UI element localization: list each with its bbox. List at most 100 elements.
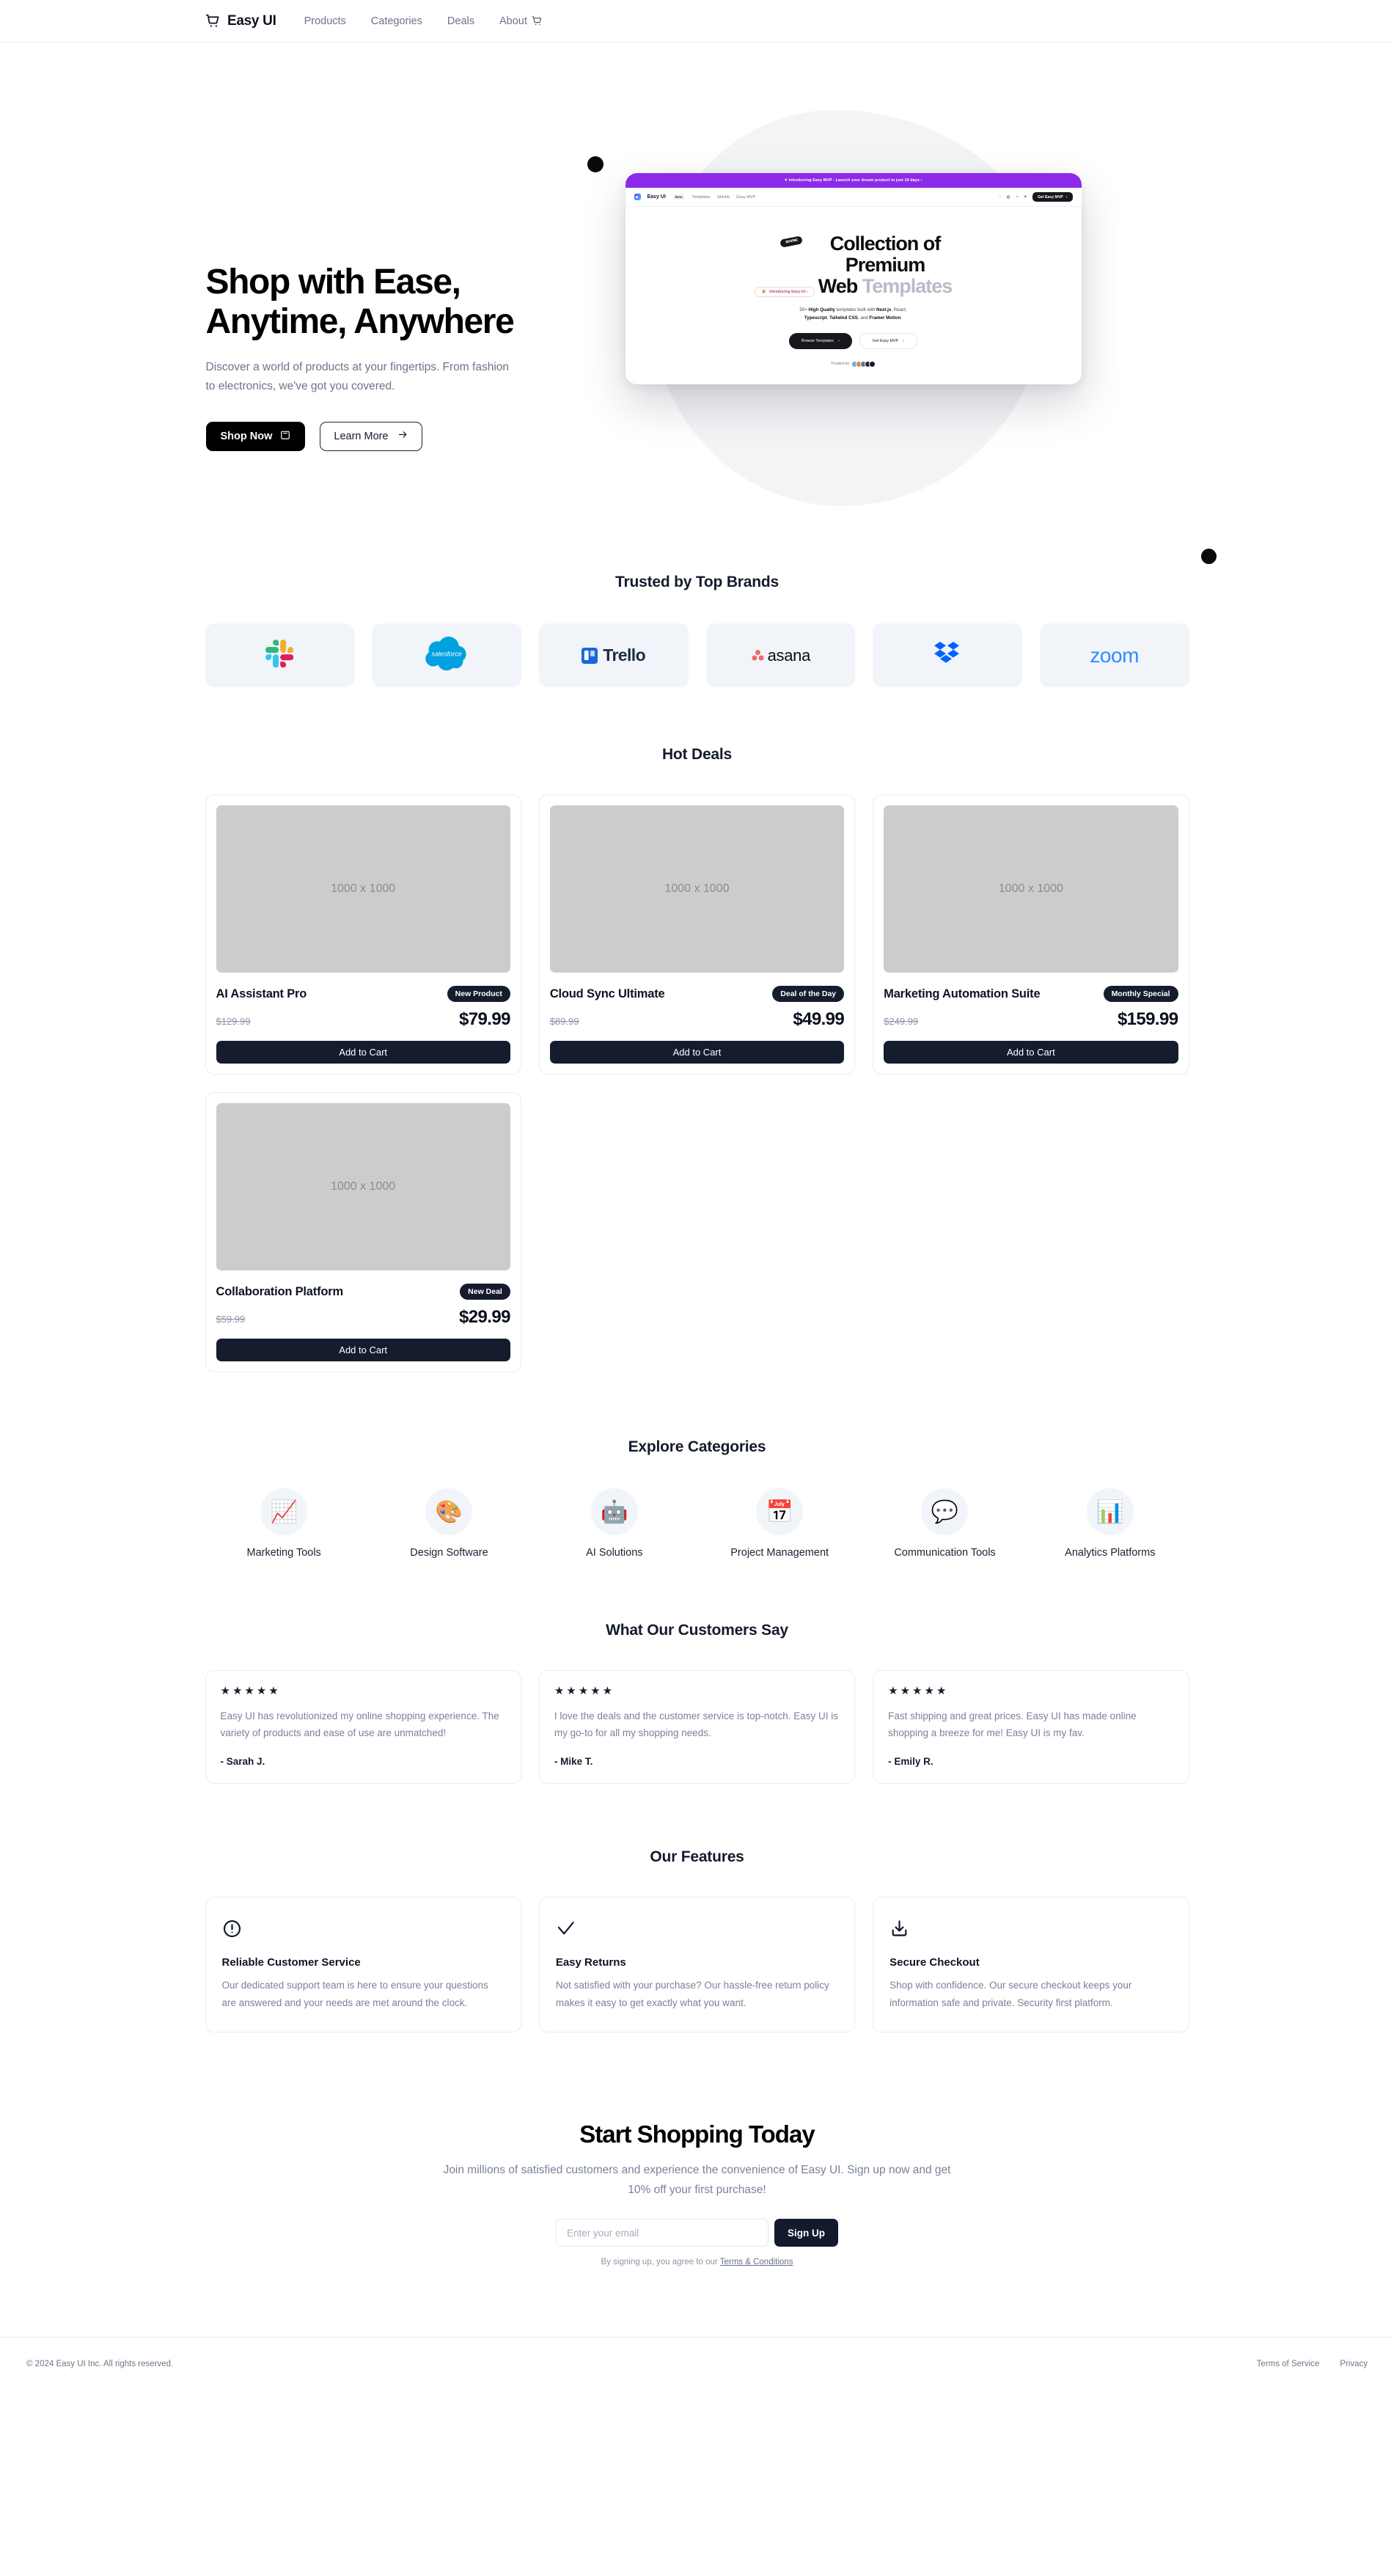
svg-text:salesforce: salesforce [431,651,461,658]
brand-logo-group[interactable]: Easy UI [205,13,276,29]
salesforce-logo: salesforce [421,635,472,676]
category-analytics-platforms[interactable]: 📊 Analytics Platforms [1027,1488,1192,1559]
list-item: ★★★★★ Fast shipping and great prices. Ea… [873,1670,1189,1785]
email-field[interactable] [556,2219,768,2247]
mockup-cta-button: Get Easy MVP › [1032,192,1073,202]
copyright-text: © 2024 Easy UI Inc. All rights reserved. [26,2359,174,2368]
table-row[interactable]: 1000 x 1000 Cloud Sync Ultimate Deal of … [538,794,856,1075]
category-communication-tools[interactable]: 💬 Communication Tools [862,1488,1027,1559]
shop-now-label: Shop Now [220,430,273,442]
nav-link-categories[interactable]: Categories [371,15,422,27]
brand-card-dropbox[interactable] [873,623,1022,687]
list-item: Secure Checkout Shop with confidence. Ou… [873,1897,1189,2032]
cart-icon[interactable] [528,12,546,30]
hero-subtitle: Discover a world of products at your fin… [205,361,510,392]
category-marketing-tools[interactable]: 📈 Marketing Tools [202,1488,367,1559]
mockup-headline-l1: Collection of [829,233,941,255]
artist-palette-icon: 🎨 [425,1488,473,1535]
table-row[interactable]: 1000 x 1000 AI Assistant Pro New Product… [205,794,521,1075]
terms-prefix: By signing up, you agree to our [601,2258,720,2267]
feature-description: Not satisfied with your purchase? Our ha… [555,1980,829,2008]
brand-card-slack[interactable] [205,623,355,687]
asana-logo: asana [751,646,810,665]
mockup-desc2-b1: Typescript [804,315,827,321]
brand-card-zoom[interactable]: zoom [1039,623,1189,687]
brand-card-trello[interactable]: Trello [538,623,689,687]
product-old-price: $129.99 [216,1016,251,1027]
bag-icon [280,430,290,443]
nav-link-about[interactable]: About [499,15,527,27]
hero-title-line2: Anytime, Anywhere [205,302,515,342]
category-label: Marketing Tools [246,1547,321,1559]
status-badge: Monthly Special [1103,986,1178,1002]
terms-conditions-link[interactable]: Terms & Conditions [720,2258,793,2266]
nav-link-products[interactable]: Products [304,15,346,27]
product-new-price: $29.99 [459,1307,510,1327]
add-to-cart-button[interactable]: Add to Cart [216,1339,510,1361]
mockup-buttons: Browse Templates › Get Easy MVP › [626,332,1082,349]
add-to-cart-button[interactable]: Add to Cart [549,1041,845,1064]
brand-card-salesforce[interactable]: salesforce [372,623,521,687]
list-item: Reliable Customer Service Our dedicated … [205,1897,521,2032]
party-icon: 🎉 [761,289,767,294]
features-grid: Reliable Customer Service Our dedicated … [202,1897,1193,2032]
product-image-placeholder: 1000 x 1000 [216,805,510,973]
mockup-headline-l3a: Web [818,274,862,297]
brand-name: Easy UI [227,12,276,29]
add-to-cart-button[interactable]: Add to Cart [884,1041,1178,1064]
product-name: Cloud Sync Ultimate [549,987,665,1000]
category-label: Analytics Platforms [1065,1547,1156,1559]
testimonial-text: Easy UI has revolutionized my online sho… [220,1710,499,1739]
star-rating-icon: ★★★★★ [554,1685,615,1697]
testimonials-section: What Our Customers Say ★★★★★ Easy UI has… [202,1559,1193,1785]
mockup-intro-pill: 🎉 Introducing Easy-UI › [754,286,815,297]
mockup-nav-icons: ◌ ◍ ◔ ☀ Get Easy MVP › [999,192,1073,202]
avatar [869,360,876,367]
table-row[interactable]: 1000 x 1000 Collaboration Platform New D… [205,1092,521,1372]
mockup-headline-l2: Premium [845,253,926,276]
testimonial-text: I love the deals and the customer servic… [554,1710,839,1739]
mockup-logo-icon: ▶ [634,194,641,200]
github-icon: ◍ [1006,195,1010,200]
download-icon [889,1917,1172,1940]
check-icon [556,1917,838,1940]
nav-link-deals[interactable]: Deals [447,15,474,27]
categories-grid: 📈 Marketing Tools 🎨 Design Software 🤖 AI… [202,1488,1193,1559]
sign-up-button[interactable]: Sign Up [774,2219,838,2247]
mockup-desc2-post: . [900,315,903,321]
add-to-cart-button[interactable]: Add to Cart [216,1041,510,1064]
hot-deals-section: Hot Deals 1000 x 1000 AI Assistant Pro N… [202,687,1193,1372]
mockup-desc-b1: High Quality [808,307,835,312]
shop-now-button[interactable]: Shop Now [205,421,306,451]
feature-description: Shop with confidence. Our secure checkou… [889,1980,1132,2008]
mockup-desc-pre: 50+ [799,307,809,312]
product-old-price: $59.99 [216,1314,246,1325]
category-label: Project Management [730,1547,829,1559]
mockup-avatar-group [851,360,876,367]
mockup-browse-button: Browse Templates › [789,332,852,349]
brands-grid: salesforce Trello asana zoom [202,623,1193,687]
hero-title-line1: Shop with Ease, [205,263,461,301]
footer-links: Terms of Service Privacy [1257,2360,1368,2368]
footer-link-privacy[interactable]: Privacy [1340,2360,1368,2368]
category-design-software[interactable]: 🎨 Design Software [367,1488,532,1559]
mockup-desc2-mid2: , and [857,315,870,321]
page-root: Easy UI Products Categories Deals About … [0,0,1394,2390]
mockup-headline-l3b: Templates [862,274,953,297]
brand-card-asana[interactable]: asana [705,623,856,687]
table-row[interactable]: 1000 x 1000 Marketing Automation Suite M… [873,794,1189,1075]
mockup-desc-post: , React, [891,307,907,312]
learn-more-button[interactable]: Learn More [320,421,422,451]
status-badge: Deal of the Day [772,986,845,1002]
mockup-nav-templates: Templates [692,194,711,200]
mockup-getmvp-button: Get Easy MVP › [859,332,917,349]
category-label: Design Software [410,1547,488,1559]
testimonial-author: - Mike T. [554,1756,593,1768]
hero-section: Shop with Ease, Anytime, Anywhere Discov… [0,43,1394,564]
testimonial-text: Fast shipping and great prices. Easy UI … [888,1710,1137,1739]
footer-link-terms[interactable]: Terms of Service [1257,2360,1320,2368]
cta-title: Start Shopping Today [579,2120,815,2148]
slack-logo [265,640,294,671]
category-project-management[interactable]: 📅 Project Management [697,1488,862,1559]
category-ai-solutions[interactable]: 🤖 AI Solutions [532,1488,697,1559]
